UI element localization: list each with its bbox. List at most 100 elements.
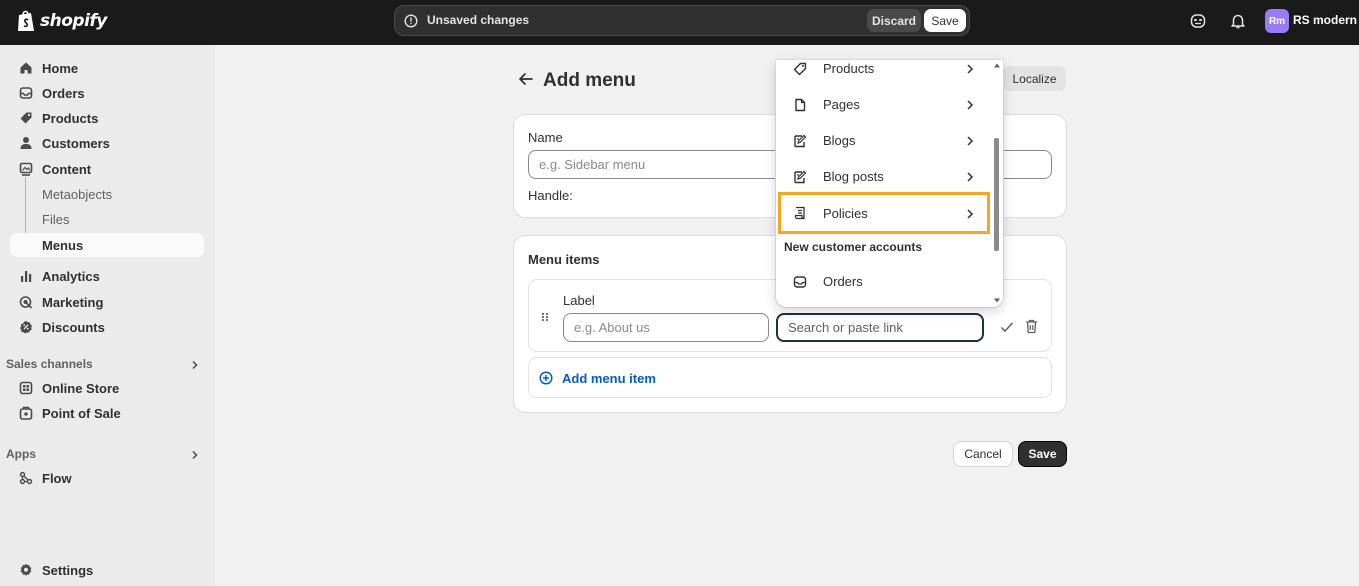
- brand-name: shopify: [40, 11, 107, 31]
- chevron-right-icon: [967, 172, 974, 182]
- save-button[interactable]: Save: [1019, 442, 1066, 466]
- gear-icon: [20, 563, 32, 576]
- sidebar-item-online-store[interactable]: Online Store: [10, 376, 204, 400]
- pos-icon: [19, 406, 33, 420]
- sales-channels-label: Sales channels: [6, 357, 93, 371]
- handle-label: Handle:: [528, 188, 573, 203]
- discount-icon: [20, 321, 32, 334]
- dropdown-item-products[interactable]: Products: [778, 60, 990, 87]
- dropdown-item-blogs[interactable]: Blogs: [778, 123, 990, 159]
- blog-icon: [794, 134, 807, 148]
- sidebar-item-label: Discounts: [42, 320, 105, 335]
- unsaved-changes-bar: Unsaved changes Discard Save: [394, 5, 970, 36]
- sidebar-item-settings[interactable]: Settings: [10, 558, 204, 582]
- scroll-down-arrow-icon[interactable]: [994, 298, 1000, 303]
- unsaved-changes-text: Unsaved changes: [427, 13, 530, 27]
- trash-icon[interactable]: [1025, 319, 1038, 334]
- plus-circle-icon: [539, 371, 553, 385]
- sidebar-item-content[interactable]: Content: [10, 157, 204, 181]
- chevron-right-icon: [967, 136, 974, 146]
- sidebar-item-label: Marketing: [42, 295, 104, 310]
- chevron-right-icon: [967, 209, 974, 219]
- sidebar-item-analytics[interactable]: Analytics: [10, 264, 204, 288]
- dropdown-item-label: Blog posts: [823, 169, 884, 184]
- chevron-right-icon[interactable]: [190, 450, 200, 460]
- name-label: Name: [528, 130, 563, 145]
- sidebar-item-discounts[interactable]: Discounts: [10, 315, 204, 339]
- sidebar-item-label: Home: [42, 61, 79, 76]
- link-search-input[interactable]: [776, 313, 984, 342]
- dropdown-item-blog-posts[interactable]: Blog posts: [778, 159, 990, 195]
- chevron-right-icon: [967, 100, 974, 110]
- sidebar-item-label: Settings: [42, 563, 94, 578]
- avatar[interactable]: Rm: [1265, 9, 1289, 33]
- cancel-button[interactable]: Cancel: [954, 442, 1012, 466]
- sidebar-item-label: Flow: [42, 471, 72, 486]
- sidebar-item-label: Content: [42, 162, 92, 177]
- inbox-icon: [793, 276, 807, 288]
- chevron-right-icon[interactable]: [190, 360, 200, 370]
- item-label-label: Label: [563, 293, 595, 308]
- apps-label: Apps: [6, 447, 36, 461]
- item-label-input[interactable]: [563, 313, 769, 342]
- scroll-up-arrow-icon[interactable]: [994, 63, 1000, 68]
- bar-chart-icon: [21, 271, 32, 282]
- flow-icon: [19, 471, 33, 485]
- blog-post-icon: [794, 170, 807, 184]
- sidebar-item-files[interactable]: Files: [10, 207, 204, 231]
- store-name[interactable]: RS modern: [1293, 13, 1357, 27]
- person-icon: [20, 137, 32, 149]
- drag-handle-icon[interactable]: [541, 312, 549, 322]
- dropdown-item-label: Policies: [823, 206, 868, 221]
- sidebar-item-customers[interactable]: Customers: [10, 131, 204, 155]
- page-title: Add menu: [543, 70, 636, 91]
- target-icon: [19, 296, 33, 309]
- back-arrow-icon[interactable]: [517, 71, 535, 87]
- content-icon: [19, 162, 33, 176]
- sidebar: Home Orders Products Customers Content M…: [0, 45, 215, 586]
- inbox-icon: [19, 87, 33, 99]
- sidebar-item-label: Menus: [42, 238, 84, 253]
- sidebar-item-label: Analytics: [42, 269, 100, 284]
- sidebar-item-point-of-sale[interactable]: Point of Sale: [10, 401, 204, 425]
- dropdown-item-pages[interactable]: Pages: [778, 87, 990, 123]
- top-save-button[interactable]: Save: [924, 9, 966, 32]
- top-bar: shopify Unsaved changes Discard Save Rm …: [0, 0, 1359, 45]
- dropdown-item-policies[interactable]: Policies: [778, 192, 990, 234]
- sidebar-item-metaobjects[interactable]: Metaobjects: [10, 182, 204, 206]
- sidebar-item-label: Products: [42, 111, 99, 126]
- localize-button[interactable]: Localize: [1003, 66, 1066, 91]
- sidebar-item-orders[interactable]: Orders: [10, 81, 204, 105]
- sidekick-icon[interactable]: [1189, 12, 1207, 30]
- sidebar-item-label: Files: [42, 212, 70, 227]
- tag-icon: [793, 62, 807, 76]
- sidebar-item-flow[interactable]: Flow: [10, 466, 204, 490]
- tag-icon: [20, 112, 32, 124]
- add-menu-item-label: Add menu item: [562, 371, 656, 386]
- menu-items-heading: Menu items: [528, 252, 600, 267]
- link-picker-dropdown: Products Pages Blogs Blog posts Policies…: [776, 60, 1003, 307]
- dropdown-item-orders[interactable]: Orders: [778, 264, 990, 300]
- home-icon: [20, 62, 32, 74]
- sidebar-item-menus[interactable]: Menus: [10, 233, 204, 257]
- sidebar-item-label: Metaobjects: [42, 187, 113, 202]
- add-menu-item-button[interactable]: Add menu item: [528, 357, 1052, 398]
- dropdown-item-label: Products: [823, 61, 875, 76]
- dropdown-item-label: Orders: [823, 274, 863, 289]
- policy-icon: [794, 206, 805, 220]
- alert-circle-icon: [404, 14, 418, 28]
- sidebar-item-label: Orders: [42, 86, 85, 101]
- sidebar-item-label: Customers: [42, 136, 110, 151]
- discard-button[interactable]: Discard: [867, 9, 921, 32]
- sidebar-item-marketing[interactable]: Marketing: [10, 290, 204, 314]
- sidebar-item-products[interactable]: Products: [10, 106, 204, 130]
- sidebar-item-home[interactable]: Home: [10, 56, 204, 80]
- check-icon[interactable]: [1000, 321, 1014, 333]
- page-icon: [795, 98, 806, 112]
- bell-icon[interactable]: [1229, 12, 1247, 30]
- scrollbar-thumb[interactable]: [994, 138, 999, 251]
- dropdown-item-label: Blogs: [823, 133, 856, 148]
- shopify-logo[interactable]: shopify: [16, 9, 107, 33]
- dropdown-item-label: Pages: [823, 97, 860, 112]
- store-icon: [19, 381, 33, 395]
